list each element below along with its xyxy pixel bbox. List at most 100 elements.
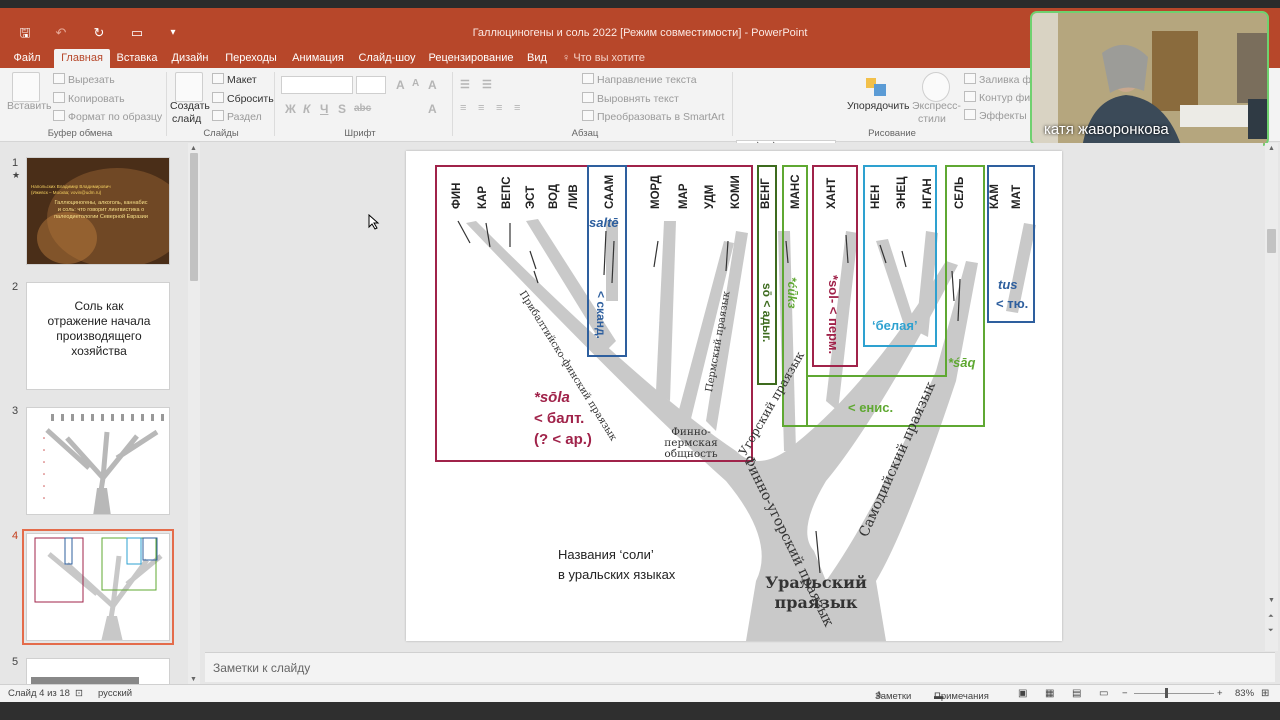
quick-styles-button[interactable]: Экспресс- xyxy=(912,100,961,112)
language-label: ХАНТ xyxy=(826,177,838,209)
spellcheck-icon[interactable]: ⊡ xyxy=(75,688,83,699)
previous-slide-icon[interactable]: ⏶ xyxy=(1268,613,1274,621)
align-text-button[interactable]: Выровнять текст xyxy=(582,92,679,105)
slide-sorter-icon[interactable]: ▦ xyxy=(1045,688,1054,699)
new-slide-button-line2[interactable]: слайд xyxy=(172,113,201,125)
language-label: МАНС xyxy=(790,174,802,210)
new-slide-button[interactable]: Создать xyxy=(170,100,210,112)
lightbulb-icon: ♀ xyxy=(562,52,574,64)
section-icon xyxy=(212,110,224,121)
turkic-source: < тю. xyxy=(996,296,1029,311)
tab-view[interactable]: Вид xyxy=(522,49,552,68)
clear-format-icon[interactable]: A xyxy=(428,78,437,92)
tell-me-search[interactable]: ♀ Что вы хотите сделать? xyxy=(562,49,690,82)
language-indicator[interactable]: русский xyxy=(98,688,132,699)
zoom-out-icon[interactable]: − xyxy=(1122,688,1128,699)
bullets-icon[interactable]: ☰ xyxy=(460,78,470,91)
tab-transitions[interactable]: Переходы xyxy=(220,49,282,68)
text-direction-button[interactable]: Направление текста xyxy=(582,73,697,86)
thumbnails-scrollbar[interactable]: ▲ ▼ xyxy=(188,143,200,685)
font-size-box[interactable] xyxy=(356,76,386,94)
fit-slide-icon[interactable]: ⊞ xyxy=(1261,688,1269,699)
italic-button[interactable]: К xyxy=(303,102,310,116)
tab-review[interactable]: Рецензирование xyxy=(426,49,516,68)
slide-caption: Названия ‘соли’ xyxy=(558,547,654,562)
slide-scrollbar[interactable]: ▲ ▼ ⏶ ⏷ xyxy=(1265,143,1278,651)
align-center-icon[interactable]: ≡ xyxy=(478,102,484,114)
shape-outline-label: Контур фи xyxy=(979,92,1031,104)
mouse-cursor-icon xyxy=(368,214,380,230)
smartart-button[interactable]: Преобразовать в SmartArt xyxy=(582,110,724,123)
brush-icon xyxy=(53,110,65,121)
zoom-level[interactable]: 83% xyxy=(1235,688,1254,699)
copy-button[interactable]: Копировать xyxy=(53,92,125,105)
quick-styles-button-line2[interactable]: стили xyxy=(918,113,946,125)
slide-thumbnail-5[interactable] xyxy=(26,658,170,685)
new-slide-icon[interactable] xyxy=(175,72,203,102)
strikethrough-button[interactable]: abc xyxy=(354,103,371,114)
arrange-button[interactable]: Упорядочить xyxy=(847,100,909,112)
shape-fill-button[interactable]: Заливка фи xyxy=(964,73,1037,86)
cut-label: Вырезать xyxy=(68,74,115,86)
arrange-icon[interactable] xyxy=(862,72,890,102)
layout-button[interactable]: Макет xyxy=(212,73,257,86)
ribbon-separator xyxy=(166,72,167,136)
underline-button[interactable]: Ч xyxy=(320,102,328,116)
format-painter-button[interactable]: Формат по образцу xyxy=(53,110,162,123)
scroll-up-icon[interactable]: ▲ xyxy=(1268,145,1275,152)
paragraph-group-label: Абзац xyxy=(571,128,599,139)
zoom-in-icon[interactable]: + xyxy=(1217,688,1223,699)
tab-slideshow[interactable]: Слайд-шоу xyxy=(354,49,420,68)
language-label: УДМ xyxy=(704,184,716,209)
scroll-down-icon[interactable]: ▼ xyxy=(1268,597,1275,604)
justify-icon[interactable]: ≡ xyxy=(514,102,520,114)
bold-button[interactable]: Ж xyxy=(285,102,296,116)
font-name-box[interactable] xyxy=(281,76,353,94)
slide-thumbnail-3[interactable] xyxy=(26,407,170,515)
participant-name: катя жаворонкова xyxy=(1044,121,1169,138)
slide-4[interactable]: Прибалтийско-финский праязык Пермский пр… xyxy=(406,151,1062,641)
baltic-finnic-source-1: < балт. xyxy=(534,410,585,427)
scroll-up-icon[interactable]: ▲ xyxy=(190,145,197,152)
tab-file[interactable]: Файл xyxy=(6,49,48,68)
align-right-icon[interactable]: ≡ xyxy=(496,102,502,114)
notes-placeholder[interactable]: Заметки к слайду xyxy=(213,661,310,675)
scrollbar-thumb[interactable] xyxy=(1267,229,1276,253)
shrink-font-icon[interactable]: A xyxy=(412,78,419,89)
reading-view-icon[interactable]: ▤ xyxy=(1072,688,1081,699)
slide-thumbnail-1[interactable]: Напольских Владимир Владимирович (Ижевск… xyxy=(26,157,170,265)
shape-outline-button[interactable]: Контур фи xyxy=(964,91,1030,104)
zoom-slider[interactable] xyxy=(1134,688,1214,698)
scissors-icon xyxy=(53,73,65,84)
numbering-icon[interactable]: ☰ xyxy=(482,78,492,91)
normal-view-icon[interactable]: ▣ xyxy=(1018,688,1027,699)
slideshow-view-icon[interactable]: ▭ xyxy=(1099,688,1108,699)
shadow-button[interactable]: S xyxy=(338,102,346,116)
paste-icon[interactable] xyxy=(12,72,40,102)
scroll-down-icon[interactable]: ▼ xyxy=(190,676,197,683)
align-left-icon[interactable]: ≡ xyxy=(460,102,466,114)
tab-design[interactable]: Дизайн xyxy=(166,49,214,68)
shape-fill-label: Заливка фи xyxy=(979,74,1037,86)
slide-thumbnail-4[interactable] xyxy=(22,529,174,645)
slide-thumbnail-2[interactable]: Соль как отражение начала производящего … xyxy=(26,282,170,390)
next-slide-icon[interactable]: ⏷ xyxy=(1268,627,1274,635)
scrollbar-thumb[interactable] xyxy=(190,153,198,281)
tab-home[interactable]: Главная xyxy=(54,49,110,68)
tab-insert[interactable]: Вставка xyxy=(112,49,162,68)
cut-button[interactable]: Вырезать xyxy=(53,73,115,86)
font-color-icon[interactable]: A xyxy=(428,102,437,116)
paste-button[interactable]: Вставить xyxy=(7,100,52,112)
reset-button[interactable]: Сбросить xyxy=(212,92,274,105)
thumbnail-title: Галлюциногены, алкоголь, каннабис и соль… xyxy=(54,200,148,220)
grow-font-icon[interactable]: A xyxy=(396,78,405,92)
zoom-slider-thumb[interactable] xyxy=(1165,688,1169,698)
slide-number: 4 xyxy=(12,530,19,542)
effects-icon xyxy=(964,109,976,120)
quick-styles-icon[interactable] xyxy=(922,72,950,102)
notes-pane[interactable]: Заметки к слайду xyxy=(205,652,1275,682)
section-button[interactable]: Раздел xyxy=(212,110,262,123)
comments-toggle-label: Примечания xyxy=(934,691,989,702)
tab-animation[interactable]: Анимация xyxy=(288,49,348,68)
shape-effects-button[interactable]: Эффекты ф xyxy=(964,109,1038,122)
